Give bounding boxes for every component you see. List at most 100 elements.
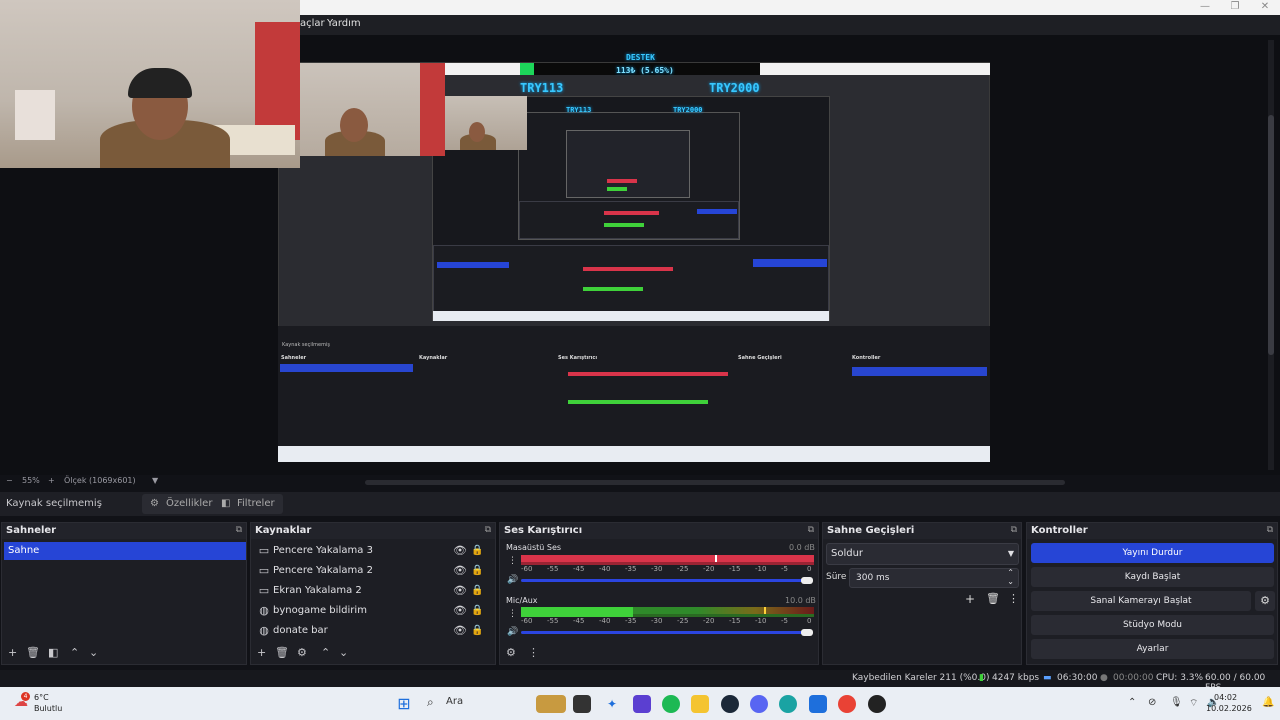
fader-handle[interactable] (801, 629, 813, 636)
gear-icon[interactable]: ⚙ (1255, 591, 1275, 611)
search-highlight-icon[interactable] (536, 695, 566, 713)
meter-tick-label: -40 (599, 617, 611, 625)
meter-tick-label: -15 (729, 565, 741, 573)
settings-button[interactable]: Ayarlar (1031, 639, 1274, 659)
eye-icon[interactable]: 👁 (453, 542, 467, 560)
wifi-icon[interactable]: ⌔ (1189, 697, 1198, 710)
trash-icon[interactable]: 🗑 (986, 592, 1000, 605)
scale-label[interactable]: Ölçek (1069x601) (64, 476, 136, 485)
source-item[interactable]: ▭ Pencere Yakalama 2 👁 🔒 (255, 562, 493, 580)
trash-icon[interactable]: 🗑 (275, 646, 289, 659)
move-down-icon[interactable]: ⌄ (89, 646, 98, 659)
close-icon[interactable]: ✕ (1250, 0, 1280, 15)
eye-icon[interactable]: 👁 (453, 602, 467, 620)
windows-start-icon[interactable]: ⊞ (395, 695, 413, 713)
meter-tick-label: -60 (521, 565, 533, 573)
preview-vertical-scrollbar[interactable] (1268, 40, 1274, 470)
preview-horizontal-scrollbar[interactable] (365, 480, 1065, 485)
duration-field[interactable]: 300 ms ⌃ ⌄ (849, 568, 1019, 588)
more-icon[interactable]: ⋮ (508, 609, 517, 619)
more-icon[interactable]: ⋮ (1008, 592, 1019, 605)
microphone-icon[interactable]: 🎙 (1170, 697, 1183, 708)
more-icon[interactable]: ⋮ (528, 646, 539, 659)
steam-icon[interactable] (721, 695, 739, 713)
spotify-icon[interactable] (662, 695, 680, 713)
source-item[interactable]: ◍ donate bar 👁 🔒 (255, 622, 493, 640)
volume-fader[interactable] (521, 629, 813, 636)
menu-tools[interactable]: açlar (300, 18, 325, 29)
undock-icon[interactable]: ⧉ (485, 525, 491, 535)
add-transition-icon[interactable]: + (965, 592, 975, 606)
teams-icon[interactable] (633, 695, 651, 713)
start-virtual-camera-button[interactable]: Sanal Kamerayı Başlat (1031, 591, 1251, 611)
channel-db: 0.0 dB (789, 543, 815, 552)
menu-help[interactable]: Yardım (327, 18, 361, 29)
task-view-icon[interactable] (573, 695, 591, 713)
goal-target-nested: TRY2000 (673, 106, 703, 114)
source-item[interactable]: ◍ bynogame bildirim 👁 🔒 (255, 602, 493, 620)
add-icon[interactable]: + (257, 646, 266, 659)
zoom-in-icon[interactable]: + (48, 476, 55, 485)
source-item[interactable]: ▭ Pencere Yakalama 3 👁 🔒 (255, 542, 493, 560)
chevron-down-icon[interactable]: ▼ (152, 476, 158, 485)
scene-item-sahne[interactable]: Sahne (4, 542, 246, 560)
add-icon[interactable]: + (8, 646, 17, 659)
obs-app-icon[interactable] (868, 695, 886, 713)
move-up-icon[interactable]: ⌃ (70, 646, 79, 659)
clock-time[interactable]: 04:02 (1214, 693, 1237, 702)
taskbar-search[interactable]: ⌕ Ara (421, 693, 531, 715)
eye-icon[interactable]: 👁 (453, 562, 467, 580)
obs-icon[interactable]: ✦ (603, 695, 621, 713)
lock-icon[interactable]: 🔒 (471, 602, 483, 620)
chevron-up-icon[interactable]: ⌃ (1128, 697, 1136, 708)
gear-icon[interactable]: ⚙ (506, 646, 516, 659)
filter-icon[interactable]: ◧ (48, 646, 58, 659)
undock-icon[interactable]: ⧉ (236, 525, 242, 535)
speaker-icon[interactable]: 🔊 (507, 627, 518, 637)
fader-handle[interactable] (801, 577, 813, 584)
discord-icon[interactable] (750, 695, 768, 713)
speaker-icon[interactable]: 🔊 (507, 575, 518, 585)
lock-icon[interactable]: 🔒 (471, 582, 483, 600)
source-item[interactable]: ▭ Ekran Yakalama 2 👁 🔒 (255, 582, 493, 600)
chrome-icon[interactable] (838, 695, 856, 713)
webcam-feed-nested-2 (445, 96, 527, 150)
zoom-out-icon[interactable]: − (6, 476, 13, 485)
gear-icon[interactable]: ⚙ (297, 646, 307, 659)
eye-icon[interactable]: 👁 (453, 622, 467, 640)
more-icon[interactable]: ⋮ (508, 556, 517, 566)
signal-icon: ▮ (979, 673, 984, 683)
undock-icon[interactable]: ⧉ (808, 525, 814, 535)
lock-icon[interactable]: 🔒 (471, 542, 483, 560)
edge-icon[interactable] (779, 695, 797, 713)
clock-date[interactable]: 10.02.2026 (1206, 704, 1252, 713)
move-up-icon[interactable]: ⌃ (321, 646, 330, 659)
filters-button[interactable]: ◧ Filtreler (213, 494, 283, 514)
weather-description[interactable]: Bulutlu (34, 704, 62, 713)
stop-stream-button[interactable]: Yayını Durdur (1031, 543, 1274, 563)
channel-db: 10.0 dB (785, 596, 816, 605)
undock-icon[interactable]: ⧉ (1267, 525, 1273, 535)
decrement-icon[interactable]: ⌄ (1007, 573, 1014, 591)
minimize-icon[interactable]: — (1190, 0, 1220, 15)
eye-icon[interactable]: 👁 (453, 582, 467, 600)
trash-icon[interactable]: 🗑 (26, 646, 40, 659)
gear-icon: ⚙ (150, 498, 159, 509)
studio-mode-button[interactable]: Stüdyo Modu (1031, 615, 1274, 635)
weather-temperature[interactable]: 6°C (34, 693, 49, 702)
transition-select[interactable]: Soldur ▼ (826, 543, 1019, 565)
maximize-icon[interactable]: ❐ (1220, 0, 1250, 15)
network-icon[interactable]: ⊘ (1148, 697, 1156, 708)
stream-time: 06:30:00 (1057, 673, 1098, 683)
notification-icon[interactable]: 🔔 (1262, 697, 1274, 708)
lock-icon[interactable]: 🔒 (471, 622, 483, 640)
folder-icon[interactable] (691, 695, 709, 713)
start-record-button[interactable]: Kaydı Başlat (1031, 567, 1274, 587)
meter-tick-label: -10 (755, 565, 767, 573)
undock-icon[interactable]: ⧉ (1011, 525, 1017, 535)
volume-fader[interactable] (521, 577, 813, 584)
properties-button[interactable]: ⚙ Özellikler (142, 494, 221, 514)
move-down-icon[interactable]: ⌄ (339, 646, 348, 659)
lock-icon[interactable]: 🔒 (471, 562, 483, 580)
store-icon[interactable] (809, 695, 827, 713)
